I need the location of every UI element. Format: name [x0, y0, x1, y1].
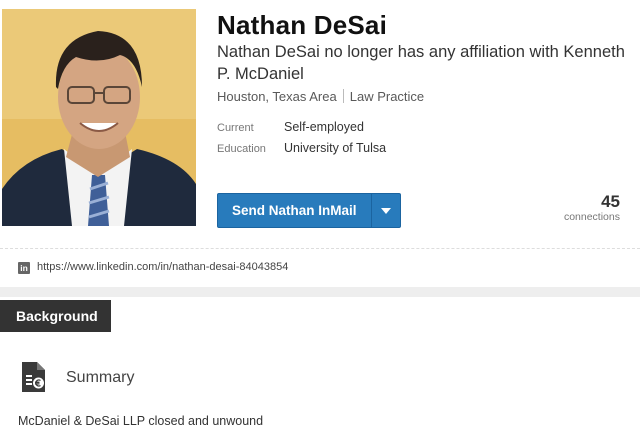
connections-number: 45 — [601, 192, 620, 211]
profile-photo[interactable] — [2, 9, 196, 226]
profile-location[interactable]: Houston, Texas Area — [217, 89, 337, 104]
summary-text: McDaniel & DeSai LLP closed and unwound — [18, 414, 264, 428]
connections-count: 45 connections — [563, 192, 620, 224]
background-section: Background Summary McDaniel & DeSai LLP … — [0, 297, 640, 440]
current-value: Self-employed — [284, 120, 364, 134]
profile-card: Nathan DeSai Nathan DeSai no longer has … — [0, 0, 640, 248]
divider — [342, 89, 344, 103]
education-label: Education — [217, 143, 266, 155]
profile-photo-image — [2, 9, 196, 226]
background-tab[interactable]: Background — [0, 300, 111, 332]
inmail-dropdown-button[interactable] — [370, 194, 400, 227]
current-label: Current — [217, 122, 254, 134]
education-row: Education University of Tulsa — [217, 141, 386, 155]
connections-label: connections — [563, 211, 620, 223]
profile-name: Nathan DeSai — [217, 10, 388, 40]
summary-title: Summary — [66, 369, 135, 386]
linkedin-icon: in — [18, 262, 30, 274]
profile-headline: Nathan DeSai no longer has any affiliati… — [217, 43, 625, 83]
profile-industry[interactable]: Law Practice — [350, 89, 424, 104]
public-profile-url-bar: in https://www.linkedin.com/in/nathan-de… — [0, 248, 640, 288]
public-profile-url[interactable]: https://www.linkedin.com/in/nathan-desai… — [37, 261, 288, 273]
send-inmail-label[interactable]: Send Nathan InMail — [218, 194, 371, 227]
location-row: Houston, Texas Area Law Practice — [217, 89, 424, 104]
education-value[interactable]: University of Tulsa — [284, 141, 386, 155]
summary-document-icon — [22, 362, 45, 392]
chevron-down-icon — [380, 207, 391, 214]
send-inmail-button[interactable]: Send Nathan InMail — [217, 193, 401, 228]
section-divider — [0, 287, 640, 297]
current-row: Current Self-employed — [217, 120, 364, 134]
